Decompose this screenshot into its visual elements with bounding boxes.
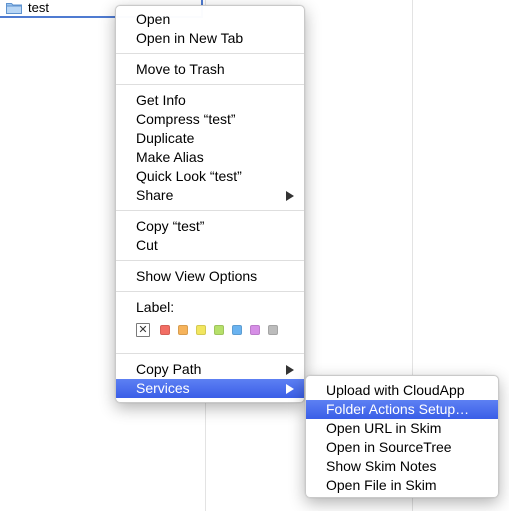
file-name: test: [28, 0, 49, 15]
menu-item-copy[interactable]: Copy “test”: [116, 217, 304, 236]
menu-separator: [116, 210, 304, 211]
menu-item-open[interactable]: Open: [116, 10, 304, 29]
label-yellow-swatch[interactable]: [196, 325, 206, 335]
menu-item-services-label: Services: [136, 380, 190, 396]
services-submenu: Upload with CloudApp Folder Actions Setu…: [305, 375, 499, 498]
context-menu: Open Open in New Tab Move to Trash Get I…: [115, 5, 305, 403]
label-none-icon[interactable]: ✕: [136, 323, 150, 337]
menu-item-share-label: Share: [136, 187, 174, 203]
menu-item-compress[interactable]: Compress “test”: [116, 110, 304, 129]
menu-item-get-info[interactable]: Get Info: [116, 91, 304, 110]
folder-icon: [6, 2, 22, 14]
menu-item-open-in-new-tab[interactable]: Open in New Tab: [116, 29, 304, 48]
menu-item-services[interactable]: Services: [116, 379, 304, 398]
menu-item-cut[interactable]: Cut: [116, 236, 304, 255]
label-red-swatch[interactable]: [160, 325, 170, 335]
label-gray-swatch[interactable]: [268, 325, 278, 335]
submenu-arrow-icon: [286, 365, 294, 375]
menu-separator: [116, 84, 304, 85]
menu-item-duplicate[interactable]: Duplicate: [116, 129, 304, 148]
menu-item-copy-path-label: Copy Path: [136, 361, 202, 377]
services-item-open-in-sourcetree[interactable]: Open in SourceTree: [306, 438, 498, 457]
menu-separator: [116, 53, 304, 54]
submenu-arrow-icon: [286, 384, 294, 394]
services-item-upload-cloudapp[interactable]: Upload with CloudApp: [306, 381, 498, 400]
label-swatches: ✕: [116, 320, 304, 340]
services-item-open-file-in-skim[interactable]: Open File in Skim: [306, 476, 498, 495]
label-orange-swatch[interactable]: [178, 325, 188, 335]
menu-item-share[interactable]: Share: [116, 186, 304, 205]
menu-item-move-to-trash[interactable]: Move to Trash: [116, 60, 304, 79]
menu-separator: [116, 260, 304, 261]
services-item-folder-actions-setup[interactable]: Folder Actions Setup…: [306, 400, 498, 419]
menu-item-show-view-options[interactable]: Show View Options: [116, 267, 304, 286]
menu-item-quick-look[interactable]: Quick Look “test”: [116, 167, 304, 186]
label-purple-swatch[interactable]: [250, 325, 260, 335]
finder-window: test Open Open in New Tab Move to Trash …: [0, 0, 509, 511]
services-item-show-skim-notes[interactable]: Show Skim Notes: [306, 457, 498, 476]
menu-item-copy-path[interactable]: Copy Path: [116, 360, 304, 379]
label-green-swatch[interactable]: [214, 325, 224, 335]
menu-item-make-alias[interactable]: Make Alias: [116, 148, 304, 167]
label-blue-swatch[interactable]: [232, 325, 242, 335]
submenu-arrow-icon: [286, 191, 294, 201]
menu-separator: [116, 291, 304, 292]
label-title: Label:: [136, 299, 175, 315]
menu-separator: [116, 353, 304, 354]
services-item-open-url-in-skim[interactable]: Open URL in Skim: [306, 419, 498, 438]
